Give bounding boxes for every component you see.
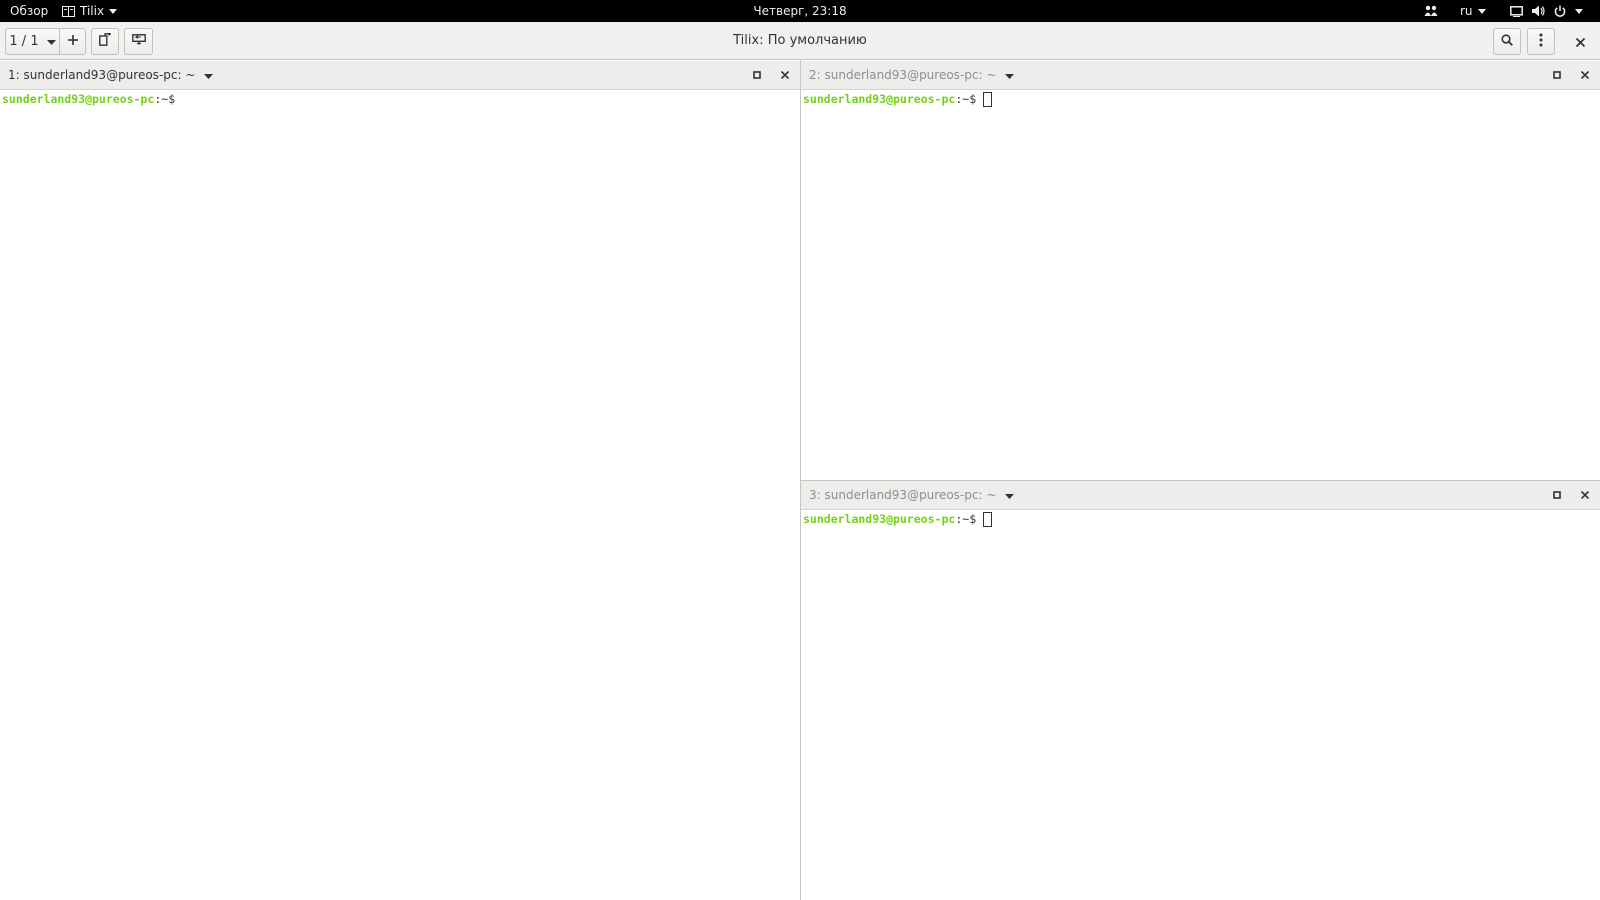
sessions-sidebar-icon [131, 34, 146, 49]
maximize-terminal-button[interactable] [1549, 61, 1565, 90]
chevron-down-icon [1575, 8, 1583, 14]
app-menu-label: Tilix [80, 4, 105, 18]
close-icon [1580, 61, 1590, 90]
terminal-title-menu[interactable]: 3: sunderland93@pureos-pc: ~ [809, 481, 1015, 510]
terminal-output[interactable]: sunderland93@pureos-pc:~$ [0, 90, 800, 900]
chevron-down-icon [204, 61, 214, 90]
chevron-down-icon [1005, 481, 1015, 510]
new-terminal-window-icon [99, 32, 112, 50]
chevron-down-icon [1005, 61, 1015, 90]
terminal-cursor [983, 512, 993, 527]
power-icon [1554, 5, 1566, 17]
system-menu[interactable] [1510, 0, 1583, 22]
session-counter: 1 / 1 [9, 34, 39, 49]
chevron-down-icon [46, 34, 56, 49]
activities-button[interactable]: Обзор [10, 0, 48, 22]
terminal-title: 1: sunderland93@pureos-pc: ~ [8, 68, 196, 82]
prompt-user-host: sunderland93@pureos-pc [2, 92, 155, 106]
close-terminal-button[interactable] [1577, 61, 1593, 90]
window-title: Tilix: По умолчанию [733, 33, 867, 48]
search-button[interactable] [1493, 28, 1521, 55]
keyboard-layout-menu[interactable]: ru [1460, 0, 1486, 22]
maximize-terminal-button[interactable] [1549, 481, 1565, 510]
accessibility-menu[interactable] [1424, 0, 1438, 22]
prompt-path: ~$ [962, 512, 977, 526]
close-icon [1575, 32, 1585, 51]
activities-label: Обзор [10, 4, 49, 18]
menu-icon [1539, 33, 1543, 51]
window-header-bar: Tilix: По умолчанию 1 / 1 [0, 22, 1600, 60]
session-switcher-button[interactable]: 1 / 1 [5, 28, 60, 55]
close-terminal-button[interactable] [777, 61, 793, 90]
maximize-terminal-button[interactable] [749, 61, 765, 90]
sessions-sidebar-button[interactable] [124, 28, 153, 55]
terminal-pane-2[interactable]: 2: sunderland93@pureos-pc: ~ sunderland9… [801, 61, 1600, 480]
clock-container: Четверг, 23:18 [0, 0, 1600, 22]
maximize-icon [1553, 61, 1561, 90]
prompt-path: ~$ [962, 92, 977, 106]
terminal-pane-3[interactable]: 3: sunderland93@pureos-pc: ~ sunderland9… [801, 481, 1600, 900]
chevron-down-icon [1477, 8, 1486, 14]
people-icon [1424, 5, 1438, 17]
terminal-title-menu[interactable]: 1: sunderland93@pureos-pc: ~ [8, 61, 214, 90]
close-icon [780, 61, 790, 90]
close-terminal-button[interactable] [1577, 481, 1593, 510]
prompt-user-host: sunderland93@pureos-pc [803, 92, 956, 106]
tilix-app-icon [62, 5, 75, 17]
terminal-output[interactable]: sunderland93@pureos-pc:~$ [801, 510, 1600, 900]
terminal-title-menu[interactable]: 2: sunderland93@pureos-pc: ~ [809, 61, 1015, 90]
window-close-button[interactable] [1570, 31, 1590, 51]
terminal-title: 2: sunderland93@pureos-pc: ~ [809, 68, 997, 82]
terminal-title-bar: 1: sunderland93@pureos-pc: ~ [0, 61, 800, 90]
terminal-cursor [983, 92, 993, 107]
terminal-title-bar: 3: sunderland93@pureos-pc: ~ [801, 481, 1600, 510]
add-session-icon [67, 34, 78, 49]
screen-icon [1510, 5, 1523, 17]
prompt-user-host: sunderland93@pureos-pc [803, 512, 956, 526]
volume-icon [1532, 5, 1545, 17]
terminal-output[interactable]: sunderland93@pureos-pc:~$ [801, 90, 1600, 480]
app-menu-button[interactable]: Tilix [62, 0, 118, 22]
close-icon [1580, 481, 1590, 510]
search-icon [1501, 33, 1513, 50]
maximize-icon [753, 61, 761, 90]
keyboard-layout-label: ru [1460, 4, 1473, 18]
prompt-path: ~$ [161, 92, 176, 106]
terminal-title-bar: 2: sunderland93@pureos-pc: ~ [801, 61, 1600, 90]
clock[interactable]: Четверг, 23:18 [753, 0, 846, 22]
add-session-button[interactable] [60, 28, 86, 55]
gnome-top-bar: Обзор Tilix Четверг, 23:18 ru [0, 0, 1600, 22]
new-window-button[interactable] [91, 28, 119, 55]
maximize-icon [1553, 481, 1561, 510]
terminal-title: 3: sunderland93@pureos-pc: ~ [809, 488, 997, 502]
menu-button[interactable] [1527, 28, 1555, 55]
terminal-pane-1[interactable]: 1: sunderland93@pureos-pc: ~ sunderland9… [0, 61, 800, 900]
chevron-down-icon [109, 8, 118, 14]
